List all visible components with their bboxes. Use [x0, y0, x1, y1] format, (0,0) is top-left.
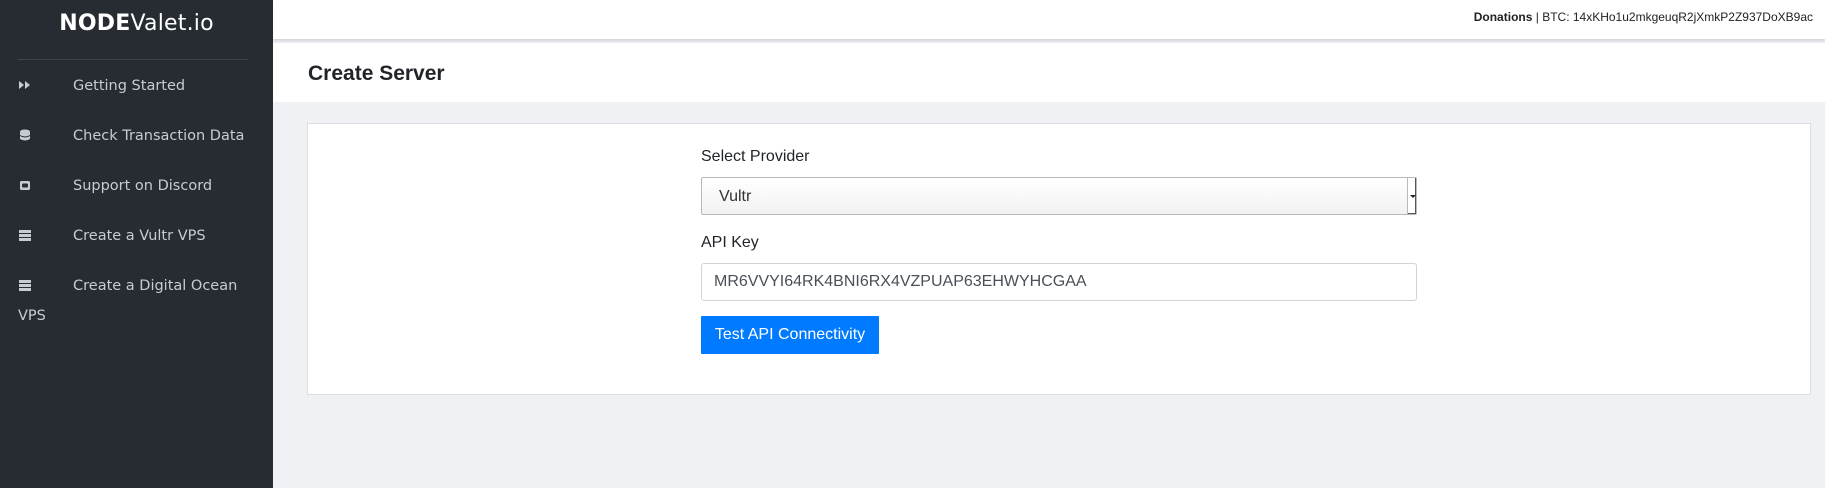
sidebar: NODEValet.io Getting Started Check Trans…	[0, 0, 273, 488]
sidebar-item-label: Support on Discord	[73, 178, 213, 194]
brand-name-bold: NODE	[59, 11, 131, 36]
sidebar-item-getting-started[interactable]: Getting Started	[0, 77, 273, 97]
server-icon	[18, 227, 34, 243]
select-provider-label: Select Provider	[701, 148, 810, 165]
page-title: Create Server	[308, 62, 445, 85]
sidebar-item-create-vultr-vps[interactable]: Create a Vultr VPS	[0, 227, 273, 247]
api-key-input[interactable]	[701, 263, 1417, 301]
provider-select-value: Vultr	[719, 188, 752, 205]
database-icon	[18, 127, 34, 143]
fast-forward-icon	[18, 77, 34, 93]
chevron-down-icon	[1407, 178, 1416, 214]
test-api-connectivity-button[interactable]: Test API Connectivity	[701, 316, 879, 354]
sidebar-divider	[18, 59, 248, 60]
sidebar-item-label: Create a Digital Ocean	[73, 278, 238, 294]
sidebar-item-label: Check Transaction Data	[73, 128, 245, 144]
sidebar-item-support-on-discord[interactable]: Support on Discord	[0, 177, 273, 197]
api-key-label: API Key	[701, 234, 759, 251]
page-header: Create Server	[273, 43, 1825, 102]
donation-info: Donations | BTC: 14xKHo1u2mkgeuqR2jXmkP2…	[1474, 10, 1813, 24]
brand-name-rest: Valet.io	[130, 11, 214, 36]
provider-select[interactable]: Vultr	[701, 177, 1417, 215]
discord-icon	[18, 177, 34, 193]
sidebar-item-check-transaction-data[interactable]: Check Transaction Data	[0, 127, 273, 147]
server-icon	[18, 277, 34, 293]
btc-address: | BTC: 14xKHo1u2mkgeuqR2jXmkP2Z937DoXB9a…	[1532, 10, 1813, 24]
brand-logo[interactable]: NODEValet.io	[0, 11, 273, 36]
sidebar-item-label: Getting Started	[73, 78, 186, 94]
sidebar-item-create-digital-ocean-vps[interactable]: Create a Digital Ocean VPS	[0, 277, 273, 325]
create-server-card	[307, 123, 1811, 395]
donations-label: Donations	[1473, 10, 1533, 24]
top-bar: Donations | BTC: 14xKHo1u2mkgeuqR2jXmkP2…	[273, 0, 1825, 39]
sidebar-item-label: Create a Vultr VPS	[73, 228, 206, 244]
sidebar-item-label-continued: VPS	[18, 308, 46, 324]
